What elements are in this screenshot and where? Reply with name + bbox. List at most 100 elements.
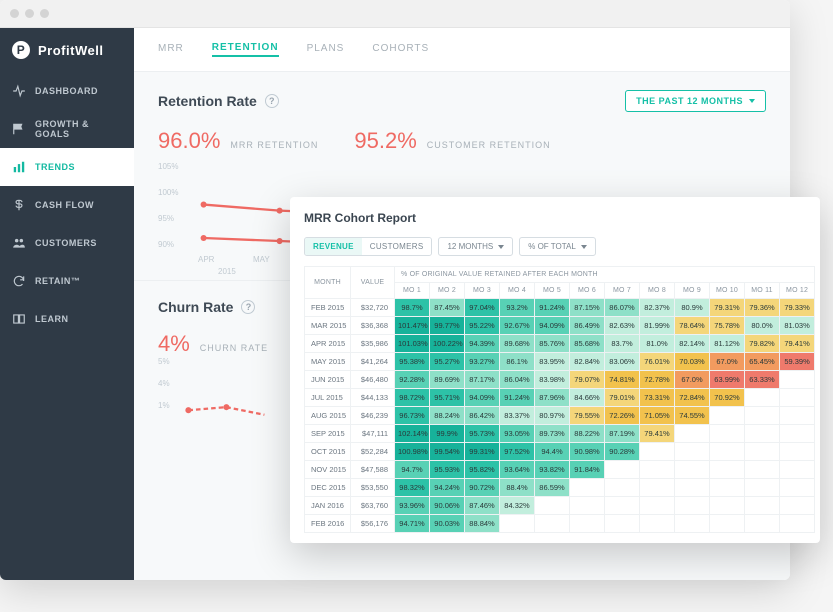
cell-pct: 87.45% <box>430 299 465 317</box>
x-year: 2015 <box>218 267 236 276</box>
cell-empty <box>745 497 780 515</box>
cell-empty <box>745 461 780 479</box>
cell-empty <box>570 515 605 533</box>
cohort-period-button[interactable]: 12 MONTHS <box>438 237 513 256</box>
cell-pct: 73.31% <box>640 389 675 407</box>
cell-pct: 100.22% <box>430 335 465 353</box>
cell-pct: 88.84% <box>465 515 500 533</box>
col-mo: MO 1 <box>395 283 430 299</box>
y-tick: 4% <box>158 379 170 388</box>
cell-pct: 67.0% <box>675 371 710 389</box>
segment-customers[interactable]: CUSTOMERS <box>362 238 432 255</box>
cell-pct: 96.73% <box>395 407 430 425</box>
chevron-down-icon <box>581 245 587 249</box>
cohort-metric-button[interactable]: % OF TOTAL <box>519 237 596 256</box>
col-mo: MO 11 <box>745 283 780 299</box>
cell-pct: 93.2% <box>500 299 535 317</box>
cell-pct: 79.36% <box>745 299 780 317</box>
cell-pct: 85.68% <box>570 335 605 353</box>
window-titlebar <box>0 0 790 28</box>
cell-empty <box>640 443 675 461</box>
y-tick: 5% <box>158 357 170 366</box>
cell-empty <box>675 515 710 533</box>
cell-pct: 93.64% <box>500 461 535 479</box>
tab-retention[interactable]: RETENTION <box>212 42 279 57</box>
kpi-label: CUSTOMER RETENTION <box>427 140 551 150</box>
cell-pct: 95.22% <box>465 317 500 335</box>
cell-empty <box>780 479 815 497</box>
cell-pct: 87.17% <box>465 371 500 389</box>
cell-pct: 79.41% <box>640 425 675 443</box>
sidebar-item-trends[interactable]: TRENDS <box>0 148 134 186</box>
cohort-segment-toggle: REVENUECUSTOMERS <box>304 237 432 256</box>
cohort-metric-label: % OF TOTAL <box>528 242 576 251</box>
cell-pct: 84.66% <box>570 389 605 407</box>
sidebar-item-customers[interactable]: CUSTOMERS <box>0 224 134 262</box>
cell-pct: 82.37% <box>640 299 675 317</box>
cell-pct: 92.67% <box>500 317 535 335</box>
cell-pct: 101.47% <box>395 317 430 335</box>
cell-pct: 88.24% <box>430 407 465 425</box>
help-icon[interactable]: ? <box>265 94 279 108</box>
col-mo: MO 2 <box>430 283 465 299</box>
people-icon <box>12 236 26 250</box>
table-row: DEC 2015$53,55098.32%94.24%90.72%88.4%86… <box>305 479 815 497</box>
tab-mrr[interactable]: MRR <box>158 43 184 56</box>
cell-pct: 63.33% <box>745 371 780 389</box>
sidebar-item-dashboard[interactable]: DASHBOARD <box>0 72 134 110</box>
segment-revenue[interactable]: REVENUE <box>305 238 362 255</box>
cell-pct: 91.24% <box>535 299 570 317</box>
sidebar-item-cash-flow[interactable]: CASH FLOW <box>0 186 134 224</box>
cell-pct: 83.06% <box>605 353 640 371</box>
cell-empty <box>780 515 815 533</box>
cell-pct: 98.7% <box>395 299 430 317</box>
cell-month: JUN 2015 <box>305 371 351 389</box>
col-mo: MO 4 <box>500 283 535 299</box>
cell-pct: 84.32% <box>500 497 535 515</box>
cell-pct: 81.0% <box>640 335 675 353</box>
cell-pct: 90.72% <box>465 479 500 497</box>
date-range-button[interactable]: THE PAST 12 MONTHS <box>625 90 766 112</box>
cohort-report-panel: MRR Cohort Report REVENUECUSTOMERS 12 MO… <box>290 197 820 543</box>
cell-empty <box>640 515 675 533</box>
y-tick: 1% <box>158 401 170 410</box>
col-mo: MO 10 <box>710 283 745 299</box>
cell-pct: 83.95% <box>535 353 570 371</box>
cell-empty <box>710 425 745 443</box>
cell-pct: 86.1% <box>500 353 535 371</box>
cell-empty <box>745 425 780 443</box>
cell-pct: 94.7% <box>395 461 430 479</box>
cell-pct: 85.76% <box>535 335 570 353</box>
cell-empty <box>745 479 780 497</box>
cell-pct: 76.01% <box>640 353 675 371</box>
brand[interactable]: P ProfitWell <box>0 28 134 72</box>
col-mo: MO 8 <box>640 283 675 299</box>
cell-pct: 88.4% <box>500 479 535 497</box>
kpi-value: 4% <box>158 331 190 357</box>
x-tick: MAY <box>253 255 270 264</box>
kpi-value: 96.0% <box>158 128 220 154</box>
sidebar-item-learn[interactable]: LEARN <box>0 300 134 338</box>
cell-pct: 97.52% <box>500 443 535 461</box>
nav-label: TRENDS <box>35 162 75 172</box>
cell-empty <box>675 497 710 515</box>
cell-pct: 94.39% <box>465 335 500 353</box>
cell-pct: 78.64% <box>675 317 710 335</box>
table-row: JUN 2015$46,48092.28%89.69%87.17%86.04%8… <box>305 371 815 389</box>
tab-cohorts[interactable]: COHORTS <box>372 43 429 56</box>
cell-value: $46,480 <box>351 371 395 389</box>
cell-empty <box>780 443 815 461</box>
tab-plans[interactable]: PLANS <box>307 43 345 56</box>
sidebar-item-growth-goals[interactable]: GROWTH & GOALS <box>0 110 134 148</box>
bars-icon <box>12 160 26 174</box>
cell-pct: 93.96% <box>395 497 430 515</box>
cohort-period-label: 12 MONTHS <box>447 242 493 251</box>
cell-pct: 94.09% <box>465 389 500 407</box>
brand-logo-icon: P <box>12 41 30 59</box>
cell-value: $52,284 <box>351 443 395 461</box>
cell-pct: 93.82% <box>535 461 570 479</box>
sidebar-item-retain-[interactable]: RETAIN™ <box>0 262 134 300</box>
cell-value: $44,133 <box>351 389 395 407</box>
cell-month: FEB 2015 <box>305 299 351 317</box>
cell-pct: 79.55% <box>570 407 605 425</box>
